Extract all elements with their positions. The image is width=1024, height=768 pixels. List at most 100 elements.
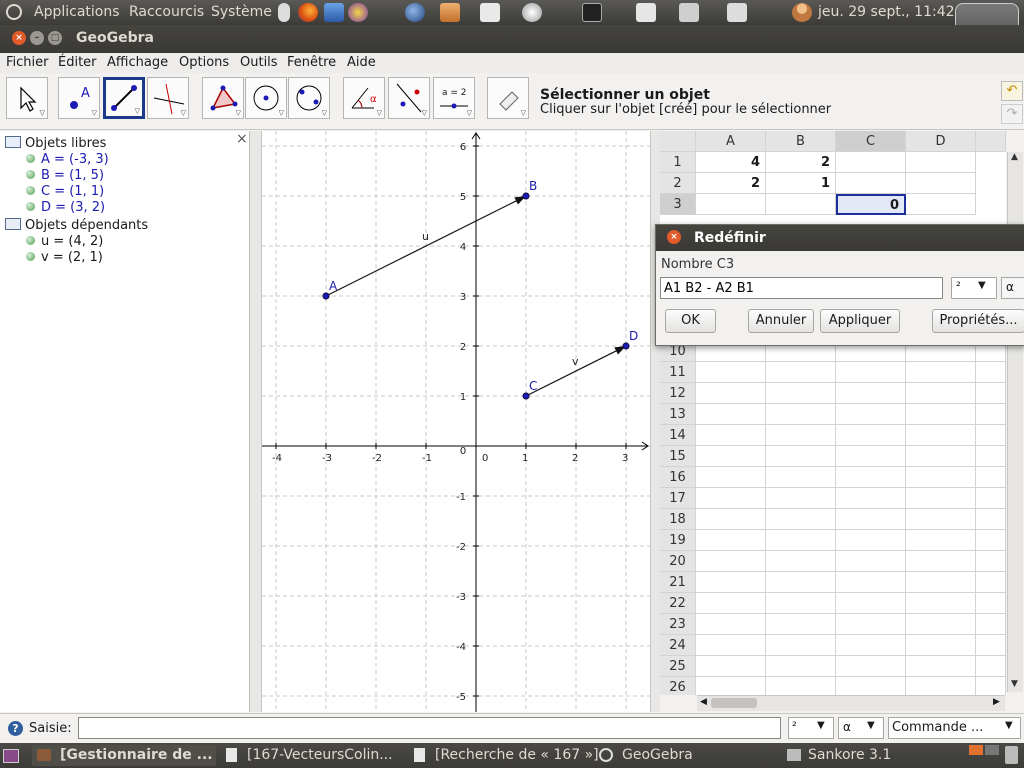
spreadsheet-cell[interactable]: [836, 362, 906, 383]
close-window-icon[interactable]: ×: [12, 31, 26, 45]
menu-options[interactable]: Options: [179, 55, 229, 70]
spreadsheet-cell[interactable]: [906, 425, 976, 446]
spreadsheet-cell[interactable]: [836, 677, 906, 695]
mouse-icon[interactable]: [278, 3, 290, 22]
spreadsheet-cell[interactable]: [906, 635, 976, 656]
spreadsheet-cell[interactable]: [976, 551, 1006, 572]
close-panel-icon[interactable]: ×: [236, 131, 248, 147]
spreadsheet-cell[interactable]: [766, 488, 836, 509]
menu-editer[interactable]: Éditer: [58, 55, 97, 70]
spreadsheet-cell[interactable]: [976, 446, 1006, 467]
algebra-item-B[interactable]: B = (1, 5): [26, 168, 104, 183]
slider-tool-button[interactable]: a = 2 ▽: [433, 77, 475, 119]
panel-splitter[interactable]: [250, 131, 262, 712]
window-titlebar[interactable]: × – □ GeoGebra: [0, 25, 1024, 53]
visibility-dot-icon[interactable]: [26, 170, 35, 179]
taskbar-item-document[interactable]: [167-VecteursColin...: [222, 745, 400, 766]
point-D[interactable]: [622, 342, 630, 350]
properties-button[interactable]: Propriétés...: [932, 309, 1024, 333]
globe-icon[interactable]: [405, 3, 425, 22]
spreadsheet-cell[interactable]: [906, 677, 976, 695]
cell-D2[interactable]: [906, 173, 976, 194]
menu-aide[interactable]: Aide: [347, 55, 376, 70]
cell-A1[interactable]: 4: [696, 152, 766, 173]
visibility-dot-icon[interactable]: [26, 202, 35, 211]
ok-button[interactable]: OK: [665, 309, 716, 333]
upload-icon[interactable]: [440, 3, 460, 22]
row-header[interactable]: 20: [660, 551, 696, 572]
undo-icon[interactable]: ↶: [1001, 81, 1023, 101]
spreadsheet-cell[interactable]: [766, 446, 836, 467]
pidgin-icon[interactable]: [348, 3, 368, 22]
row-header[interactable]: 19: [660, 530, 696, 551]
algebra-item-v[interactable]: v = (2, 1): [26, 250, 103, 265]
spreadsheet-cell[interactable]: [696, 509, 766, 530]
spreadsheet-cell[interactable]: [906, 509, 976, 530]
spreadsheet-cell[interactable]: [906, 467, 976, 488]
workspace-switcher-icon[interactable]: [969, 745, 983, 755]
spreadsheet-cell[interactable]: [836, 446, 906, 467]
spreadsheet-cell[interactable]: [766, 656, 836, 677]
row-header[interactable]: 25: [660, 656, 696, 677]
spreadsheet-cell[interactable]: [836, 530, 906, 551]
point-A[interactable]: [322, 292, 330, 300]
spreadsheet-cell[interactable]: [836, 509, 906, 530]
taskbar-item-search[interactable]: [Recherche de « 167 »]: [410, 745, 599, 766]
spreadsheet-view[interactable]: A B C D 1 2 3 4 2 2 1 0 10 11 12 13 14 15 16 17…: [660, 131, 1006, 695]
spreadsheet-cell[interactable]: [976, 614, 1006, 635]
angle-tool-button[interactable]: α ▽: [343, 77, 385, 119]
spreadsheet-cell[interactable]: [696, 593, 766, 614]
spreadsheet-cell[interactable]: [976, 572, 1006, 593]
spreadsheet-cell[interactable]: [836, 383, 906, 404]
free-objects-header[interactable]: Objets libres: [5, 136, 106, 151]
row-header[interactable]: 21: [660, 572, 696, 593]
spreadsheet-cell[interactable]: [766, 509, 836, 530]
spreadsheet-cell[interactable]: [766, 593, 836, 614]
applications-menu[interactable]: Applications: [34, 4, 120, 20]
cell-B3[interactable]: [766, 194, 836, 215]
spreadsheet-cell[interactable]: [836, 467, 906, 488]
visibility-dot-icon[interactable]: [26, 186, 35, 195]
spreadsheet-cell[interactable]: [696, 404, 766, 425]
system-menu[interactable]: Système: [211, 4, 272, 20]
spreadsheet-cell[interactable]: [906, 383, 976, 404]
menu-outils[interactable]: Outils: [240, 55, 278, 70]
spreadsheet-cell[interactable]: [976, 467, 1006, 488]
cancel-button[interactable]: Annuler: [748, 309, 814, 333]
scroll-thumb[interactable]: [711, 698, 757, 708]
row-header[interactable]: 18: [660, 509, 696, 530]
spreadsheet-cell[interactable]: [906, 446, 976, 467]
redo-icon[interactable]: ↷: [1001, 104, 1023, 124]
reflect-tool-button[interactable]: ▽: [388, 77, 430, 119]
spreadsheet-cell[interactable]: [696, 635, 766, 656]
spreadsheet-cell[interactable]: [906, 656, 976, 677]
cell-B1[interactable]: 2: [766, 152, 836, 173]
apply-button[interactable]: Appliquer: [820, 309, 900, 333]
thunderbird-icon[interactable]: [324, 3, 344, 22]
perpendicular-tool-button[interactable]: ▽: [147, 77, 189, 119]
spreadsheet-cell[interactable]: [696, 530, 766, 551]
spreadsheet-cell[interactable]: [696, 488, 766, 509]
spreadsheet-cell[interactable]: [906, 488, 976, 509]
spreadsheet-cell[interactable]: [906, 404, 976, 425]
cell-A2[interactable]: 2: [696, 173, 766, 194]
user-icon[interactable]: [792, 3, 812, 22]
spreadsheet-cell[interactable]: [906, 530, 976, 551]
corner-header[interactable]: [660, 131, 696, 152]
visibility-dot-icon[interactable]: [26, 252, 35, 261]
spreadsheet-cell[interactable]: [976, 488, 1006, 509]
spreadsheet-cell[interactable]: [976, 362, 1006, 383]
spreadsheet-cell[interactable]: [766, 551, 836, 572]
algebra-item-D[interactable]: D = (3, 2): [26, 200, 105, 215]
spreadsheet-cell[interactable]: [976, 383, 1006, 404]
minimize-window-icon[interactable]: –: [30, 31, 44, 45]
spreadsheet-cell[interactable]: [696, 446, 766, 467]
firefox-icon[interactable]: [298, 3, 318, 22]
spreadsheet-cell[interactable]: [976, 635, 1006, 656]
visibility-dot-icon[interactable]: [26, 154, 35, 163]
spreadsheet-cell[interactable]: [766, 635, 836, 656]
taskbar-item-geogebra[interactable]: GeoGebra: [596, 745, 776, 766]
spreadsheet-cell[interactable]: [696, 614, 766, 635]
scroll-right-icon[interactable]: ▶: [993, 697, 1000, 707]
taskbar-item-file-manager[interactable]: [Gestionnaire de ...: [32, 745, 216, 766]
